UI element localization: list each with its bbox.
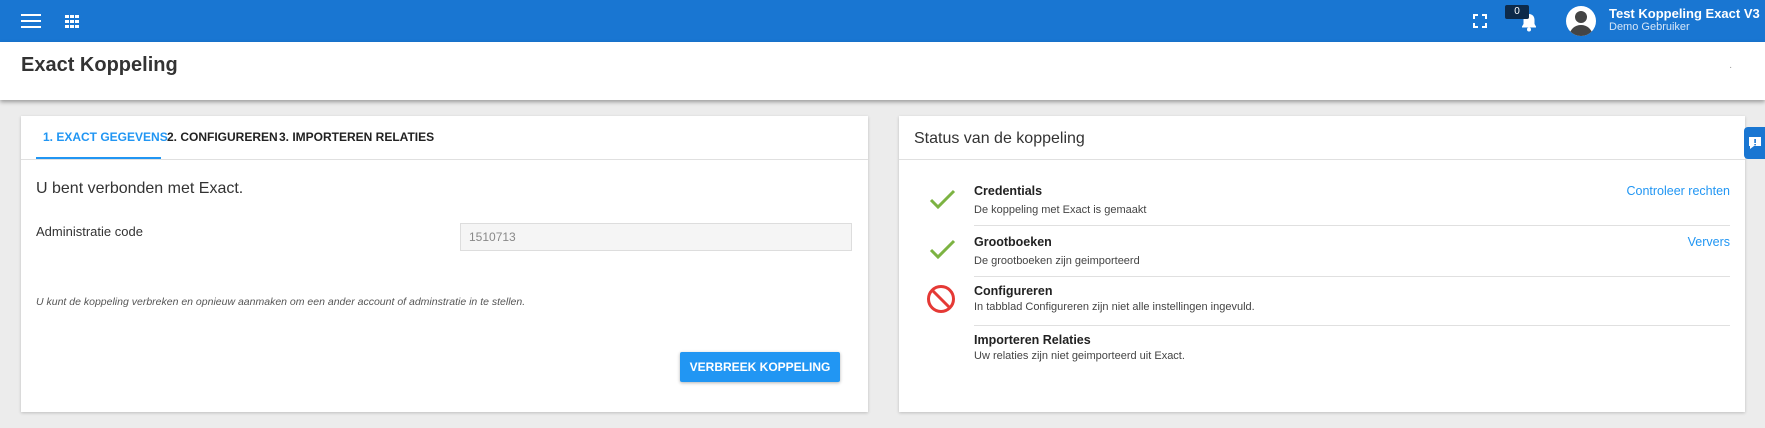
user-name[interactable]: Test Koppeling Exact V3: [1609, 6, 1760, 21]
tab-exact-gegevens[interactable]: 1. EXACT GEGEVENS: [43, 130, 168, 144]
user-role: Demo Gebruiker: [1609, 21, 1690, 33]
menu-icon[interactable]: [21, 14, 41, 28]
check-icon: [929, 189, 956, 210]
page-title: Exact Koppeling: [21, 54, 178, 76]
status-row-subtitle: In tabblad Configureren zijn niet alle i…: [974, 301, 1255, 313]
admin-code-input[interactable]: [460, 223, 852, 251]
status-row-credentials: Credentials De koppeling met Exact is ge…: [974, 184, 1730, 216]
feedback-button[interactable]: [1744, 127, 1765, 159]
status-row-importeren-relaties: Importeren Relaties Uw relaties zijn nie…: [974, 333, 1730, 363]
status-row-subtitle: Uw relaties zijn niet geimporteerd uit E…: [974, 350, 1185, 362]
tab-bar: 1. EXACT GEGEVENS 2. CONFIGUREREN 3. IMP…: [21, 116, 868, 160]
tab-importeren-relaties[interactable]: 3. IMPORTEREN RELATIES: [279, 130, 434, 144]
check-rights-link[interactable]: Controleer rechten: [1626, 184, 1730, 198]
page-header: Exact Koppeling ·: [0, 42, 1765, 100]
exact-details-card: 1. EXACT GEGEVENS 2. CONFIGUREREN 3. IMP…: [21, 116, 868, 412]
status-row-title: Grootboeken: [974, 235, 1052, 249]
feedback-icon: [1749, 137, 1761, 149]
status-row-title: Configureren: [974, 284, 1053, 298]
notification-badge: 0: [1505, 5, 1529, 19]
active-tab-indicator: [36, 157, 161, 159]
break-connection-button[interactable]: VERBREEK KOPPELING: [680, 352, 840, 382]
tab-configureren[interactable]: 2. CONFIGUREREN: [167, 130, 278, 144]
status-row-title: Credentials: [974, 184, 1043, 198]
admin-code-label: Administratie code: [36, 224, 143, 239]
apps-icon[interactable]: [65, 15, 80, 28]
status-title: Status van de koppeling: [914, 130, 1085, 147]
divider: [899, 159, 1745, 160]
row-divider: [974, 225, 1730, 226]
avatar-icon[interactable]: [1566, 6, 1596, 36]
connection-status-card: Status van de koppeling Credentials De k…: [899, 116, 1745, 412]
check-icon: [929, 239, 956, 260]
status-row-subtitle: De grootboeken zijn geimporteerd: [974, 255, 1140, 267]
fullscreen-icon[interactable]: [1473, 14, 1487, 28]
blocked-icon: [927, 285, 955, 313]
reconnect-note: U kunt de koppeling verbreken en opnieuw…: [36, 296, 526, 308]
status-row-subtitle: De koppeling met Exact is gemaakt: [974, 204, 1147, 216]
status-row-grootboeken: Grootboeken De grootboeken zijn geimport…: [974, 235, 1730, 267]
connected-message: U bent verbonden met Exact.: [36, 180, 244, 197]
top-bar: 0 Test Koppeling Exact V3 Demo Gebruiker: [0, 0, 1765, 42]
status-row-title: Importeren Relaties: [974, 333, 1091, 347]
row-divider: [974, 276, 1730, 277]
header-dot: ·: [1729, 62, 1733, 73]
status-row-configureren: Configureren In tabblad Configureren zij…: [974, 284, 1730, 314]
row-divider: [974, 325, 1730, 326]
refresh-link[interactable]: Ververs: [1688, 235, 1730, 249]
